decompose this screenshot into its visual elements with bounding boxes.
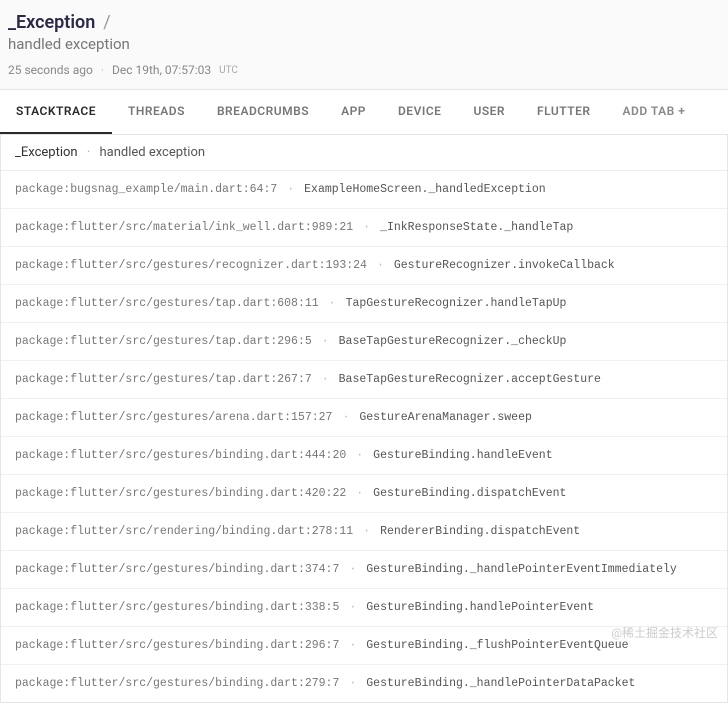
frame-separator: ·	[349, 601, 356, 614]
stack-frame[interactable]: package:flutter/src/gestures/arena.dart:…	[1, 399, 727, 437]
timestamp-row: 25 seconds ago · Dec 19th, 07:57:03 UTC	[8, 63, 720, 77]
tab-app[interactable]: APP	[325, 90, 382, 134]
frame-location: package:flutter/src/material/ink_well.da…	[15, 221, 353, 234]
tab-user[interactable]: USER	[457, 90, 521, 134]
frame-function: GestureBinding.handleEvent	[373, 449, 552, 462]
frame-location: package:bugsnag_example/main.dart:64:7	[15, 183, 277, 196]
tab-add-tab[interactable]: ADD TAB +	[607, 90, 702, 134]
frame-separator: ·	[363, 221, 370, 234]
breadcrumb-separator: /	[103, 12, 110, 33]
frame-location: package:flutter/src/gestures/tap.dart:26…	[15, 373, 312, 386]
frame-separator: ·	[342, 411, 349, 424]
frame-function: GestureBinding._handlePointerDataPacket	[366, 677, 635, 690]
breadcrumb: _Exception /	[8, 12, 720, 33]
frame-separator: ·	[377, 259, 384, 272]
summary-exception: _Exception	[15, 145, 78, 160]
relative-time: 25 seconds ago	[8, 63, 93, 77]
tab-threads[interactable]: THREADS	[112, 90, 201, 134]
frame-location: package:flutter/src/gestures/tap.dart:60…	[15, 297, 319, 310]
frame-function: GestureBinding._handlePointerEventImmedi…	[366, 563, 677, 576]
frame-separator: ·	[349, 677, 356, 690]
frame-separator: ·	[356, 449, 363, 462]
tab-device[interactable]: DEVICE	[382, 90, 457, 134]
absolute-time: Dec 19th, 07:57:03	[112, 63, 211, 77]
timezone: UTC	[219, 65, 238, 76]
frame-location: package:flutter/src/gestures/arena.dart:…	[15, 411, 332, 424]
frame-separator: ·	[349, 639, 356, 652]
frame-function: GestureBinding._flushPointerEventQueue	[366, 639, 628, 652]
frame-separator: ·	[287, 183, 294, 196]
stack-frame[interactable]: package:flutter/src/gestures/binding.dar…	[1, 589, 727, 627]
frame-function: ExampleHomeScreen._handledException	[304, 183, 546, 196]
frame-separator: ·	[329, 297, 336, 310]
stack-frame[interactable]: package:flutter/src/gestures/binding.dar…	[1, 665, 727, 702]
frame-separator: ·	[363, 525, 370, 538]
frame-function: GestureBinding.dispatchEvent	[373, 487, 566, 500]
tab-stacktrace[interactable]: STACKTRACE	[0, 90, 112, 134]
tab-flutter[interactable]: FLUTTER	[521, 90, 606, 134]
frame-location: package:flutter/src/gestures/tap.dart:29…	[15, 335, 312, 348]
tab-breadcrumbs[interactable]: BREADCRUMBS	[201, 90, 325, 134]
frame-function: BaseTapGestureRecognizer._checkUp	[339, 335, 567, 348]
stacktrace-panel: _Exception · handled exception package:b…	[0, 135, 728, 703]
frame-location: package:flutter/src/gestures/recognizer.…	[15, 259, 367, 272]
frame-location: package:flutter/src/gestures/binding.dar…	[15, 639, 339, 652]
stack-frame[interactable]: package:flutter/src/rendering/binding.da…	[1, 513, 727, 551]
frame-function: BaseTapGestureRecognizer.acceptGesture	[339, 373, 601, 386]
frame-function: GestureRecognizer.invokeCallback	[394, 259, 615, 272]
frame-function: GestureBinding.handlePointerEvent	[366, 601, 594, 614]
frame-location: package:flutter/src/gestures/binding.dar…	[15, 487, 346, 500]
frame-separator: ·	[322, 335, 329, 348]
frame-function: GestureArenaManager.sweep	[359, 411, 532, 424]
frame-function: _InkResponseState._handleTap	[380, 221, 573, 234]
stack-frame[interactable]: package:flutter/src/gestures/tap.dart:60…	[1, 285, 727, 323]
stack-frame[interactable]: package:flutter/src/gestures/tap.dart:26…	[1, 361, 727, 399]
exception-type[interactable]: _Exception	[8, 12, 95, 33]
stack-frame[interactable]: package:flutter/src/gestures/binding.dar…	[1, 627, 727, 665]
summary-separator: ·	[87, 145, 90, 160]
frame-location: package:flutter/src/rendering/binding.da…	[15, 525, 353, 538]
stack-frame[interactable]: package:flutter/src/gestures/recognizer.…	[1, 247, 727, 285]
stack-frame[interactable]: package:flutter/src/gestures/binding.dar…	[1, 551, 727, 589]
frame-separator: ·	[349, 563, 356, 576]
frame-location: package:flutter/src/gestures/binding.dar…	[15, 601, 339, 614]
frame-function: TapGestureRecognizer.handleTapUp	[346, 297, 567, 310]
frame-separator: ·	[322, 373, 329, 386]
frame-location: package:flutter/src/gestures/binding.dar…	[15, 677, 339, 690]
summary-message: handled exception	[99, 145, 205, 160]
stack-frame[interactable]: package:flutter/src/gestures/tap.dart:29…	[1, 323, 727, 361]
stack-frame[interactable]: package:flutter/src/material/ink_well.da…	[1, 209, 727, 247]
exception-summary: _Exception · handled exception	[1, 135, 727, 171]
exception-message: handled exception	[8, 35, 720, 53]
tab-bar: STACKTRACETHREADSBREADCRUMBSAPPDEVICEUSE…	[0, 89, 728, 135]
frame-location: package:flutter/src/gestures/binding.dar…	[15, 449, 346, 462]
stack-frame[interactable]: package:flutter/src/gestures/binding.dar…	[1, 437, 727, 475]
frame-separator: ·	[356, 487, 363, 500]
frame-location: package:flutter/src/gestures/binding.dar…	[15, 563, 339, 576]
stack-frame[interactable]: package:bugsnag_example/main.dart:64:7 · E…	[1, 171, 727, 209]
frame-function: RendererBinding.dispatchEvent	[380, 525, 580, 538]
error-header: _Exception / handled exception 25 second…	[0, 0, 728, 85]
stack-frame[interactable]: package:flutter/src/gestures/binding.dar…	[1, 475, 727, 513]
meta-separator: ·	[101, 63, 104, 77]
stack-frames: package:bugsnag_example/main.dart:64:7 · E…	[1, 171, 727, 702]
